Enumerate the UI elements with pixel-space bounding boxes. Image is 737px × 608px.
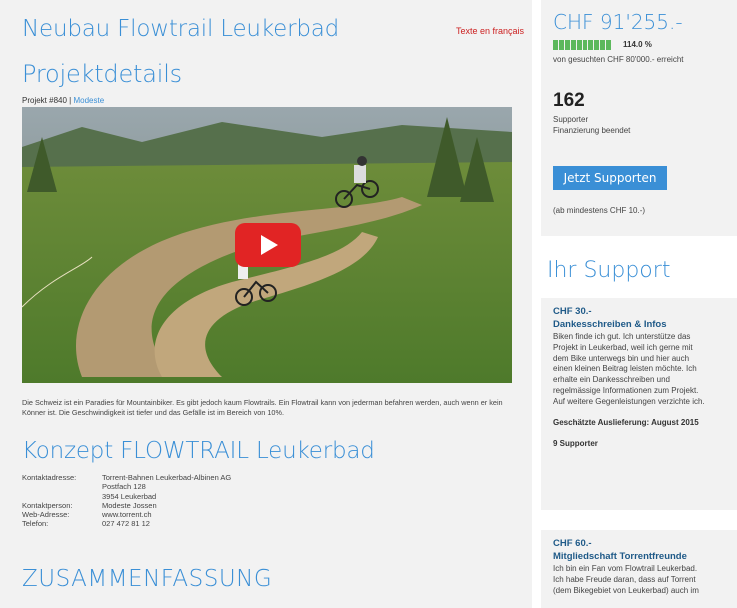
web-address-label: Web-Adresse: <box>22 510 70 520</box>
phone-number: 027 472 81 12 <box>102 519 150 529</box>
contact-address-line: 3954 Leukerbad <box>102 491 157 501</box>
funding-box: CHF 91'255.- 114.0 % von gesuchten CHF 8… <box>541 0 737 236</box>
play-button[interactable] <box>235 223 301 267</box>
minimum-amount-note: (ab mindestens CHF 10.-) <box>553 206 646 215</box>
contact-address-line: Postfach 128 <box>102 482 146 492</box>
project-description: Die Schweiz ist ein Paradies für Mountai… <box>22 398 503 417</box>
project-owner-link[interactable]: Modeste <box>73 96 104 105</box>
funding-progress-bar <box>553 40 612 50</box>
reward-card[interactable]: CHF 30.- Dankesschreiben & Infos Biken f… <box>541 298 737 510</box>
reward-title: Dankesschreiben & Infos <box>553 319 667 330</box>
concept-heading: Konzept FLOWTRAIL Leukerbad <box>22 438 375 464</box>
support-heading: Ihr Support <box>547 258 671 283</box>
contact-person-label: Kontaktperson: <box>22 500 73 510</box>
web-address: www.torrent.ch <box>102 510 152 520</box>
summary-heading: ZUSAMMENFASSUNG <box>22 566 273 592</box>
reward-price: CHF 30.- <box>553 306 592 317</box>
supporter-label: Supporter <box>553 115 589 124</box>
contact-address-line: Torrent-Bahnen Leukerbad-Albinen AG <box>102 473 232 482</box>
french-language-link[interactable]: Texte en français <box>456 26 524 36</box>
funding-status: Finanzierung beendet <box>553 126 631 135</box>
project-meta: Projekt #840 | Modeste <box>22 96 104 105</box>
main-content: Neubau Flowtrail Leukerbad Texte en fran… <box>0 0 532 608</box>
reward-price: CHF 60.- <box>553 538 592 549</box>
sidebar: CHF 91'255.- 114.0 % von gesuchten CHF 8… <box>541 0 737 608</box>
page-title: Neubau Flowtrail Leukerbad <box>22 16 340 42</box>
supporter-count: 162 <box>553 90 585 111</box>
contact-info: Kontaktadresse: Torrent-Bahnen Leukerbad… <box>22 473 231 529</box>
play-icon <box>261 235 278 255</box>
reward-delivery: Geschätzte Auslieferung: August 2015 <box>553 417 699 427</box>
reward-title: Mitgliedschaft Torrentfreunde <box>553 551 687 562</box>
reward-description: Biken finde ich gut. Ich unterstütze das… <box>553 332 705 406</box>
funding-percent: 114.0 % <box>623 40 652 49</box>
phone-label: Telefon: <box>22 519 49 529</box>
project-details-heading: Projektdetails <box>22 60 182 88</box>
contact-person: Modeste Jossen <box>102 500 157 510</box>
reward-card[interactable]: CHF 60.- Mitgliedschaft Torrentfreunde I… <box>541 530 737 608</box>
supporter-status: Supporter Finanzierung beendet <box>553 114 630 136</box>
video-player[interactable] <box>22 107 512 383</box>
support-now-button[interactable]: Jetzt Supporten <box>553 166 667 190</box>
funded-amount: CHF 91'255.- <box>553 10 683 34</box>
funding-goal: von gesuchten CHF 80'000.- erreicht <box>553 55 684 64</box>
contact-address-label: Kontaktadresse: <box>22 473 77 482</box>
reward-supporters: 9 Supporter <box>553 438 598 448</box>
project-number: Projekt #840 | <box>22 96 72 105</box>
reward-description: Ich bin ein Fan vom Flowtrail Leukerbad.… <box>553 564 699 595</box>
